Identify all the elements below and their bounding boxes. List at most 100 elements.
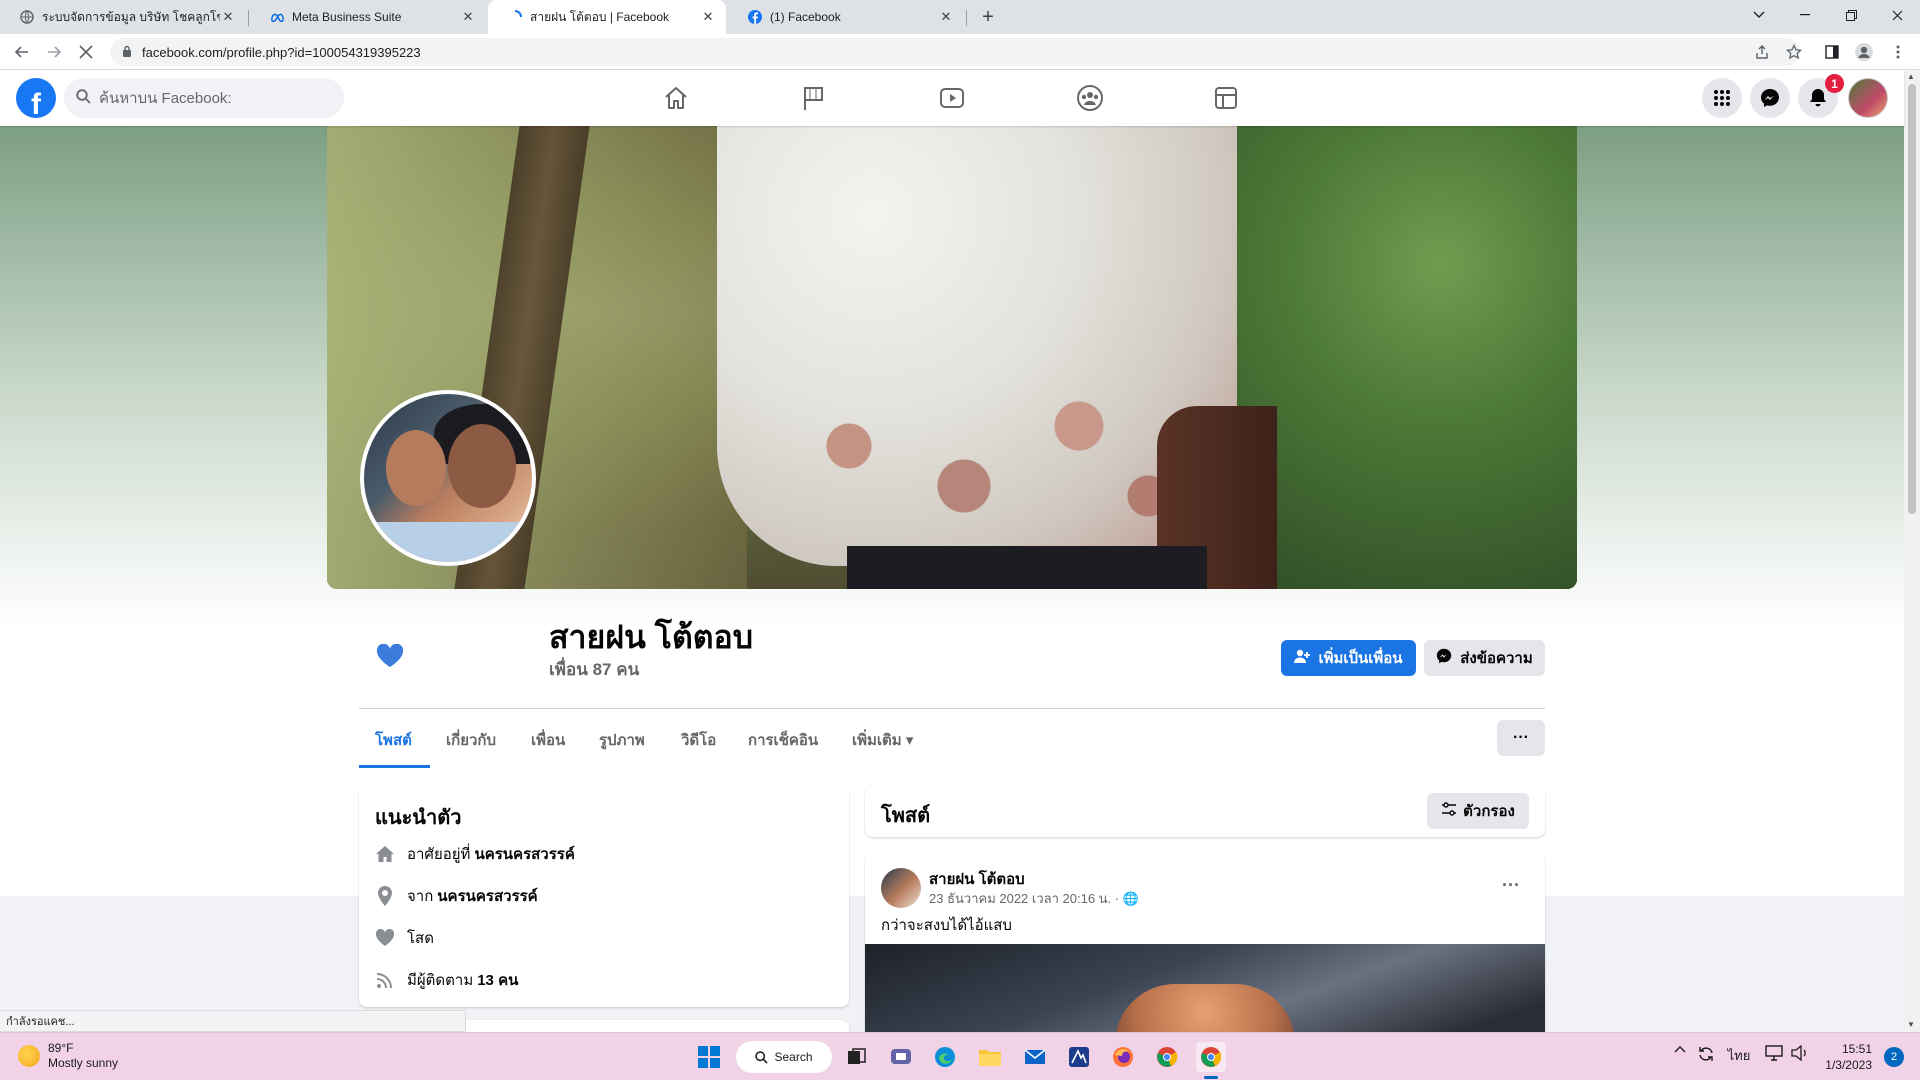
add-friend-button[interactable]: เพิ่มเป็นเพื่อน	[1281, 640, 1416, 676]
home-icon	[375, 844, 395, 864]
browser-tab[interactable]: ระบบจัดการข้อมูล บริษัท โชคลูกโชค · ✕	[0, 0, 246, 34]
facebook-favicon-icon	[748, 10, 762, 24]
facebook-logo-icon[interactable]: f	[16, 78, 56, 118]
followers-value[interactable]: 13 คน	[477, 968, 518, 992]
scrollbar-thumb[interactable]	[1908, 84, 1916, 514]
scroll-down-arrow-icon[interactable]: ▼	[1907, 1020, 1915, 1029]
location-pin-icon	[375, 886, 395, 906]
forward-arrow-icon[interactable]	[42, 40, 66, 64]
messenger-icon	[1436, 648, 1452, 668]
new-tab-button[interactable]: +	[976, 5, 1000, 29]
notification-center-badge[interactable]: 2	[1884, 1047, 1904, 1067]
teams-chat-icon[interactable]	[886, 1042, 916, 1072]
close-window-icon[interactable]	[1874, 0, 1920, 30]
side-panel-icon[interactable]	[1820, 40, 1844, 64]
weather-widget[interactable]: 89°F Mostly sunny	[18, 1041, 118, 1071]
lives-in-prefix: อาศัยอยู่ที่	[407, 846, 471, 863]
stop-loading-icon[interactable]	[74, 40, 98, 64]
notifications-bell-icon[interactable]: 1	[1798, 74, 1844, 118]
menu-grid-icon[interactable]	[1702, 78, 1742, 118]
nav-gaming-icon[interactable]	[1170, 70, 1282, 126]
filter-button[interactable]: ตัวกรอง	[1427, 793, 1529, 829]
friend-count-link[interactable]: เพื่อน 87 คน	[549, 656, 639, 683]
tab-check-ins[interactable]: การเช็คอิน	[732, 712, 834, 768]
weather-temperature: 89°F	[48, 1041, 74, 1055]
tab-posts[interactable]: โพสต์	[359, 712, 428, 768]
restore-icon[interactable]	[1828, 0, 1874, 30]
tab-videos[interactable]: วิดีโอ	[665, 712, 732, 768]
nav-home-icon[interactable]	[620, 70, 732, 126]
nav-pages-flag-icon[interactable]	[758, 70, 870, 126]
tray-chevron-up-icon[interactable]	[1670, 1045, 1690, 1053]
from-value[interactable]: นครนครสวรรค์	[437, 884, 537, 908]
address-bar[interactable]: facebook.com/profile.php?id=100054319395…	[110, 38, 1800, 66]
back-arrow-icon[interactable]	[10, 40, 34, 64]
send-message-button[interactable]: ส่งข้อความ	[1424, 640, 1545, 676]
url-text: facebook.com/profile.php?id=100054319395…	[142, 44, 421, 60]
facebook-search-input[interactable]: ค้นหาบน Facebook:	[64, 78, 344, 118]
sync-icon[interactable]	[1694, 1045, 1718, 1063]
profile-header-area	[0, 126, 1904, 896]
browser-tab-strip: ระบบจัดการข้อมูล บริษัท โชคลูกโชค · ✕ Me…	[0, 0, 1920, 34]
profile-more-options-button[interactable]: ···	[1497, 720, 1545, 756]
posts-title: โพสต์	[881, 805, 931, 827]
windows-start-icon[interactable]	[694, 1042, 724, 1072]
close-tab-icon[interactable]: ✕	[220, 9, 236, 25]
kebab-menu-icon[interactable]	[1886, 40, 1910, 64]
close-tab-icon[interactable]: ✕	[460, 9, 476, 25]
nav-groups-icon[interactable]	[1034, 70, 1146, 126]
chrome-icon[interactable]	[1196, 1042, 1226, 1072]
tab-title: ระบบจัดการข้อมูล บริษัท โชคลูกโชค ·	[42, 9, 220, 24]
file-explorer-icon[interactable]	[975, 1042, 1005, 1072]
sun-weather-icon	[18, 1045, 40, 1067]
loading-spinner-icon	[508, 10, 522, 24]
browser-toolbar: facebook.com/profile.php?id=100054319395…	[0, 34, 1920, 70]
close-tab-icon[interactable]: ✕	[938, 9, 954, 25]
meta-logo-icon	[270, 10, 284, 24]
lock-icon[interactable]	[122, 45, 132, 60]
mail-icon[interactable]	[1020, 1042, 1050, 1072]
edge-browser-icon[interactable]	[930, 1042, 960, 1072]
bookmark-star-icon[interactable]	[1782, 40, 1806, 64]
browser-tab[interactable]: (1) Facebook ✕	[728, 0, 964, 34]
tab-search-chevron-icon[interactable]	[1736, 0, 1782, 30]
tab-friends[interactable]: เพื่อน	[515, 712, 581, 768]
language-indicator[interactable]: ไทย	[1724, 1045, 1754, 1066]
post-author-avatar[interactable]	[881, 868, 921, 908]
task-view-icon[interactable]	[842, 1042, 872, 1072]
chrome-alt-icon[interactable]	[1152, 1042, 1182, 1072]
lives-in-value[interactable]: นครนครสวรรค์	[474, 842, 574, 866]
taskbar-search-button[interactable]: Search	[736, 1041, 832, 1073]
intro-title: แนะนำตัว	[375, 807, 462, 829]
firefox-icon[interactable]	[1108, 1042, 1138, 1072]
tab-separator	[248, 10, 249, 26]
messenger-icon[interactable]	[1750, 78, 1790, 118]
browser-tab-active[interactable]: สายฝน โต้ตอบ | Facebook ✕	[488, 0, 726, 34]
app-icon[interactable]	[1064, 1042, 1094, 1072]
tab-about[interactable]: เกี่ยวกับ	[430, 712, 512, 768]
intro-card: แนะนำตัว อาศัยอยู่ที่ นครนครสวรรค์ จาก น…	[359, 785, 849, 1007]
profile-icon[interactable]	[1852, 40, 1876, 64]
system-clock[interactable]: 15:51 1/3/2023	[1822, 1041, 1872, 1073]
clock-date: 1/3/2023	[1825, 1058, 1872, 1072]
profile-divider	[359, 708, 1545, 709]
intro-lives-in: อาศัยอยู่ที่ นครนครสวรรค์	[375, 842, 575, 866]
page-scrollbar[interactable]: ▲ ▼	[1904, 70, 1920, 1032]
browser-tab[interactable]: Meta Business Suite ✕	[250, 0, 486, 34]
post-options-button[interactable]: ···	[1493, 867, 1529, 903]
profile-picture[interactable]	[360, 390, 536, 566]
account-avatar[interactable]	[1848, 78, 1888, 118]
share-icon[interactable]	[1750, 40, 1774, 64]
tab-more[interactable]: เพิ่มเติม ▾	[836, 712, 929, 768]
close-tab-icon[interactable]: ✕	[700, 9, 716, 25]
nav-watch-video-icon[interactable]	[896, 70, 1008, 126]
tab-photos[interactable]: รูปภาพ	[583, 712, 661, 768]
tab-title: (1) Facebook	[770, 10, 841, 24]
scroll-up-arrow-icon[interactable]: ▲	[1907, 72, 1915, 81]
network-monitor-icon[interactable]	[1762, 1045, 1786, 1061]
post-timestamp[interactable]: 23 ธันวาคม 2022 เวลา 20:16 น. · 🌐	[929, 888, 1139, 909]
minimize-icon[interactable]	[1782, 0, 1828, 30]
volume-speaker-icon[interactable]	[1788, 1045, 1812, 1061]
search-icon	[76, 89, 91, 107]
windows-taskbar: 89°F Mostly sunny Search ไทย 15:51 1/3/2…	[0, 1032, 1920, 1080]
